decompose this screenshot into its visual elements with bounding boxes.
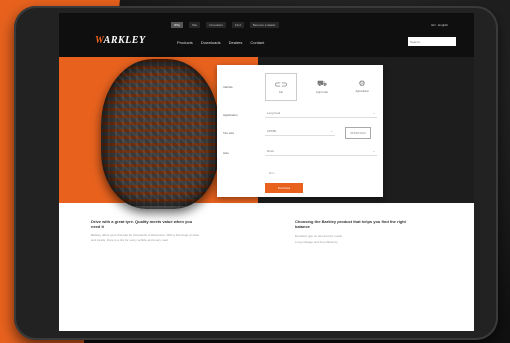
axle-select[interactable]: Drive ⌄: [265, 148, 377, 156]
main-nav: Products Downloads Dealers Contact: [177, 40, 264, 45]
field-label-size: Tire size: [223, 131, 235, 135]
benefits-column: Choosing the Barkley product that helps …: [295, 219, 415, 245]
tablet-screen: Why Site Innovation Find Become a dealer…: [59, 13, 474, 331]
chevron-down-icon: ⌄: [372, 149, 375, 153]
intro-column: Drive with a great tyre. Quality meets v…: [91, 219, 201, 243]
tire-image: [101, 59, 219, 209]
application-value: Long haul: [267, 111, 281, 115]
find-tires-button[interactable]: Find tires: [265, 183, 303, 193]
chevron-down-icon: ⌄: [372, 111, 375, 115]
truck-icon: ⛟: [316, 78, 328, 88]
language-selector[interactable]: EN · English: [431, 23, 448, 27]
tractor-icon: ⚙: [358, 79, 366, 88]
intro-heading: Drive with a great tyre. Quality meets v…: [91, 219, 193, 229]
vehicle-options: ⊂⊃ Car ⛟ Light truck ⚙ Agricultural: [265, 73, 377, 101]
rim-option[interactable]: Rim: [269, 171, 274, 175]
vehicle-option-tractor[interactable]: ⚙ Agricultural: [347, 73, 377, 99]
utility-link-1[interactable]: Why: [171, 22, 183, 28]
site-header: Why Site Innovation Find Become a dealer…: [59, 13, 474, 57]
car-icon: ⊂⊃: [274, 80, 288, 89]
vehicle-option-truck[interactable]: ⛟ Light truck: [307, 73, 337, 99]
axle-value: Drive: [267, 149, 275, 153]
utility-link-4[interactable]: Find: [232, 22, 244, 28]
size-select[interactable]: 315/80 ⌄: [265, 128, 335, 136]
nav-contact[interactable]: Contact: [250, 40, 264, 45]
nav-downloads[interactable]: Downloads: [201, 40, 221, 45]
vehicle-label: Vehicle: [223, 85, 233, 89]
utility-link-2[interactable]: Site: [189, 22, 201, 28]
nav-dealers[interactable]: Dealers: [229, 40, 243, 45]
intro-body: Barkley offers tyres that last for thous…: [91, 233, 200, 242]
application-select[interactable]: Long haul ⌄: [265, 110, 377, 118]
logo-initial: W: [95, 35, 104, 46]
tire-selector-panel: Vehicle ⊂⊃ Car ⛟ Light truck ⚙ Agricultu…: [217, 65, 383, 197]
benefit-item: Long mileage and fuel efficiency: [295, 240, 338, 244]
size-value: 315/80: [267, 129, 277, 133]
field-label-application: Application: [223, 113, 238, 117]
vehicle-option-car[interactable]: ⊂⊃ Car: [265, 73, 297, 101]
logo-text: ARKLEY: [103, 35, 146, 46]
utility-nav: Why Site Innovation Find Become a dealer: [171, 22, 279, 28]
brand-logo[interactable]: WARKLEY: [95, 35, 146, 46]
size-hint: 315/80 R22: [345, 127, 371, 139]
chevron-down-icon: ⌄: [330, 129, 333, 133]
utility-link-3[interactable]: Innovation: [206, 22, 227, 28]
search-input[interactable]: [408, 37, 456, 46]
vehicle-label-tractor: Agricultural: [355, 90, 369, 93]
field-label-axle: Axle: [223, 151, 229, 155]
utility-link-5[interactable]: Become a dealer: [249, 22, 279, 28]
vehicle-label-car: Car: [278, 91, 284, 94]
vehicle-label-truck: Light truck: [316, 90, 328, 94]
nav-products[interactable]: Products: [177, 40, 193, 45]
tire-tread-pattern: [115, 67, 205, 201]
benefits-heading: Choosing the Barkley product that helps …: [295, 219, 406, 229]
